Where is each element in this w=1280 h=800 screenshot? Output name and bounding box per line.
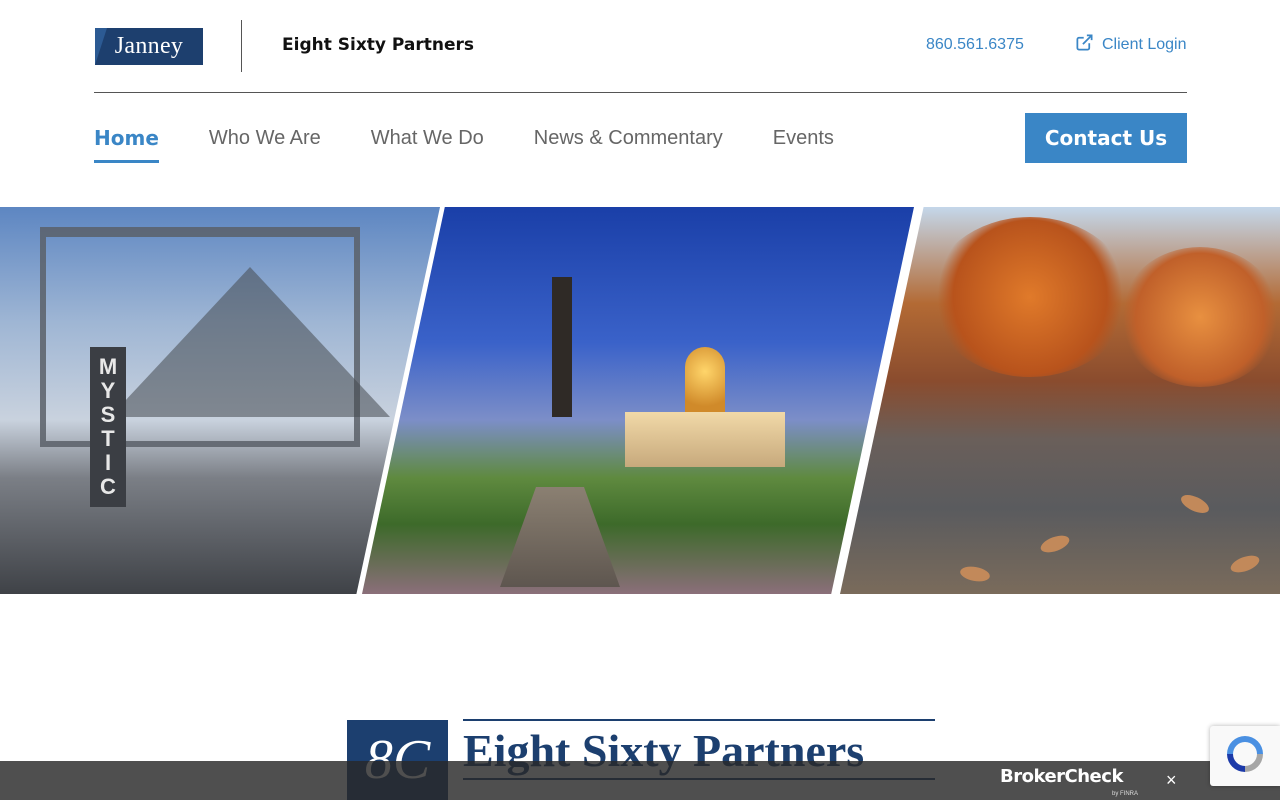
capitol-body	[625, 412, 785, 467]
nav-what-we-do[interactable]: What We Do	[371, 113, 484, 163]
firm-name[interactable]: Eight Sixty Partners	[282, 35, 474, 55]
nav-news-commentary[interactable]: News & Commentary	[534, 113, 723, 163]
brokercheck-logo[interactable]: BrokerCheck	[1000, 766, 1123, 787]
header-divider	[241, 20, 242, 72]
mystic-letter: Y	[100, 378, 116, 403]
nav-home[interactable]: Home	[94, 113, 159, 163]
client-login-link[interactable]: Client Login	[1075, 33, 1187, 57]
mystic-letter: M	[98, 354, 118, 379]
autumn-tree	[930, 217, 1130, 377]
recaptcha-badge[interactable]	[1210, 726, 1280, 786]
client-login-label: Client Login	[1102, 36, 1187, 53]
janney-logo-text: Janney	[114, 33, 184, 59]
autumn-tree	[1120, 247, 1280, 387]
fountain-statue	[552, 277, 572, 417]
brokercheck-bar: BrokerCheck by FINRA ×	[0, 761, 1280, 800]
logo-rule-top	[463, 719, 935, 721]
nav-who-we-are[interactable]: Who We Are	[209, 113, 321, 163]
capitol-building	[625, 347, 785, 467]
capitol-dome	[685, 347, 725, 417]
header-top: Janney Eight Sixty Partners 860.561.6375…	[94, 20, 1187, 72]
recaptcha-icon	[1223, 732, 1267, 781]
main-nav: Home Who We Are What We Do News & Commen…	[94, 113, 884, 163]
phone-link[interactable]: 860.561.6375	[926, 36, 1024, 54]
mystic-letter: S	[100, 402, 116, 427]
nav-events[interactable]: Events	[773, 113, 834, 163]
external-link-icon	[1075, 33, 1094, 57]
hero-banner: M Y S T I C	[0, 207, 1280, 594]
mystic-letter: T	[101, 426, 115, 451]
mystic-letter: I	[104, 450, 112, 475]
close-icon[interactable]: ×	[1166, 770, 1177, 791]
bridge-truss-diagonal	[110, 267, 390, 417]
janney-logo[interactable]: Janney	[95, 28, 203, 65]
mystic-sign: M Y S T I C	[90, 347, 126, 507]
contact-us-button[interactable]: Contact Us	[1025, 113, 1187, 163]
header-rule	[94, 92, 1187, 93]
hero-image-mystic-bridge: M Y S T I C	[0, 207, 440, 594]
brokercheck-finra: by FINRA	[1112, 791, 1139, 797]
mystic-letter: C	[100, 474, 116, 499]
